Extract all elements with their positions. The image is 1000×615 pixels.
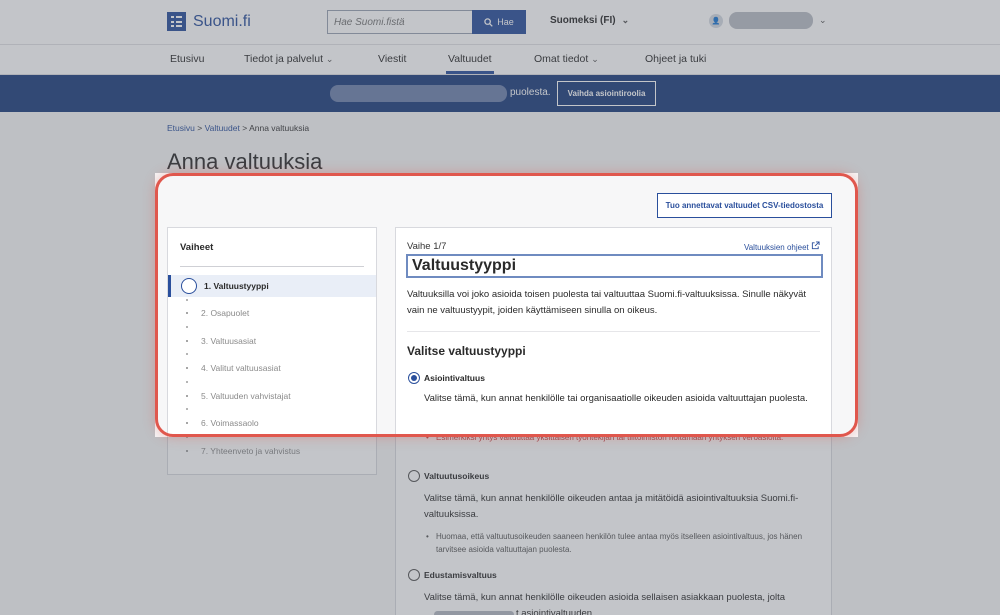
- step-label: 7. Yhteenveto ja vahvistus: [201, 446, 301, 456]
- step-connector: [186, 353, 188, 355]
- language-selector[interactable]: Suomeksi (FI) ⌄: [550, 15, 629, 26]
- step-dot-icon: [186, 450, 188, 452]
- nav-item-tiedot-ja-palvelut[interactable]: Tiedot ja palvelut ⌄: [244, 53, 333, 65]
- option-label[interactable]: Edustamisvaltuus: [424, 570, 497, 580]
- search-button[interactable]: Hae: [472, 10, 526, 34]
- nav-item-etusivu[interactable]: Etusivu: [170, 53, 204, 65]
- step-item-4: 4. Valitut valtuusasiat: [168, 353, 376, 379]
- help-link[interactable]: Valtuuksien ohjeet: [744, 241, 820, 252]
- form-panel: Vaihe 1/7 Valtuuksien ohjeet Valtuustyyp…: [395, 227, 832, 615]
- nav-item-label: Tiedot ja palvelut: [244, 53, 323, 65]
- breadcrumb-link-valtuudet[interactable]: Valtuudet: [205, 123, 240, 133]
- nav-item-viestit[interactable]: Viestit: [378, 53, 406, 65]
- option-label[interactable]: Valtuutusoikeus: [424, 471, 489, 481]
- redacted-text: [434, 611, 514, 615]
- search-bar: Hae: [327, 10, 526, 34]
- steps-title: Vaiheet: [180, 242, 214, 253]
- role-suffix-text: puolesta.: [510, 87, 551, 98]
- step-dot-icon: [186, 367, 188, 369]
- step-label: 5. Valtuuden vahvistajat: [201, 391, 291, 401]
- choose-heading: Valitse valtuustyyppi: [407, 344, 526, 358]
- step-connector: [186, 326, 188, 328]
- option-note: Esimerkiksi yritys valtuuttaa yksittäise…: [426, 431, 821, 444]
- section-title: Valtuustyyppi: [406, 254, 823, 278]
- option-description: Valitse tämä, kun annat henkilölle oikeu…: [424, 592, 786, 603]
- nav-item-omat-tiedot[interactable]: Omat tiedot ⌄: [534, 53, 599, 65]
- step-item-5: 5. Valtuuden vahvistajat: [168, 381, 376, 407]
- step-dot-icon: [186, 395, 188, 397]
- step-connector: [186, 436, 188, 438]
- role-name-redacted: [330, 85, 507, 102]
- step-connector: [186, 408, 188, 410]
- chevron-down-icon: ⌄: [591, 54, 599, 64]
- chevron-down-icon: ⌄: [621, 15, 630, 25]
- phase-indicator: Vaihe 1/7: [407, 241, 447, 252]
- chevron-down-icon: ⌄: [819, 15, 827, 25]
- step-item-2: 2. Osapuolet: [168, 299, 376, 324]
- user-icon: 👤: [709, 13, 723, 28]
- breadcrumb: Etusivu > Valtuudet > Anna valtuuksia: [167, 123, 310, 133]
- search-button-label: Hae: [497, 17, 514, 27]
- step-label: 2. Osapuolet: [201, 308, 250, 318]
- radio-valtuutusoikeus[interactable]: [408, 470, 420, 482]
- option-description: Valitse tämä, kun annat henkilölle tai o…: [424, 393, 808, 404]
- step-current-icon: [181, 278, 197, 294]
- step-dot-icon: [186, 422, 188, 424]
- dim-overlay: [858, 173, 1000, 437]
- nav-item-valtuudet[interactable]: Valtuudet: [446, 53, 494, 74]
- radio-asiointivaltuus[interactable]: [408, 372, 420, 384]
- main-navigation: Etusivu Tiedot ja palvelut ⌄ Viestit Val…: [0, 45, 1000, 75]
- option-note: Huomaa, että valtuutusoikeuden saaneen h…: [426, 530, 821, 556]
- language-label: Suomeksi (FI): [550, 15, 616, 26]
- logo-icon: [167, 12, 186, 31]
- user-name-redacted: [729, 12, 813, 29]
- step-item-6: 6. Voimassaolo: [168, 408, 376, 434]
- dim-overlay: [0, 173, 155, 437]
- radio-edustamisvaltuus[interactable]: [408, 569, 420, 581]
- step-item-1[interactable]: 1. Valtuustyyppi: [168, 275, 376, 297]
- help-link-label: Valtuuksien ohjeet: [743, 243, 809, 252]
- logo-text: Suomi.fi: [193, 12, 251, 30]
- intro-text: Valtuuksilla voi joko asioida toisen puo…: [407, 289, 807, 316]
- suomi-fi-logo[interactable]: Suomi.fi: [167, 12, 251, 31]
- step-dot-icon: [186, 312, 188, 314]
- option-description-continued: t asiointivaltuuden.: [516, 608, 595, 615]
- page-title: Anna valtuuksia: [167, 149, 323, 174]
- step-label: 3. Valtuusasiat: [201, 336, 257, 346]
- divider: [407, 331, 820, 332]
- user-menu[interactable]: 👤 ⌄: [709, 12, 827, 29]
- import-csv-button[interactable]: Tuo annettavat valtuudet CSV-tiedostosta: [657, 193, 832, 218]
- step-connector: [186, 299, 188, 301]
- step-label: 1. Valtuustyyppi: [204, 281, 269, 291]
- option-label[interactable]: Asiointivaltuus: [424, 373, 485, 383]
- search-icon: [484, 17, 493, 27]
- switch-role-button[interactable]: Vaihda asiointiroolia: [557, 81, 656, 106]
- chevron-down-icon: ⌄: [325, 54, 334, 64]
- option-description: Valitse tämä, kun annat henkilölle oikeu…: [424, 493, 799, 520]
- breadcrumb-current: Anna valtuuksia: [249, 123, 310, 133]
- step-item-7: 7. Yhteenveto ja vahvistus: [168, 436, 376, 462]
- step-item-3: 3. Valtuusasiat: [168, 326, 376, 352]
- nav-item-ohjeet-ja-tuki[interactable]: Ohjeet ja tuki: [645, 53, 706, 65]
- breadcrumb-link-etusivu[interactable]: Etusivu: [167, 123, 195, 133]
- steps-divider: [180, 266, 364, 267]
- top-bar: Suomi.fi Hae Suomeksi (FI) ⌄ 👤 ⌄: [0, 0, 1000, 45]
- nav-item-label: Omat tiedot: [534, 53, 589, 65]
- steps-panel: Vaiheet 1. Valtuustyyppi 2. Osapuolet 3.…: [167, 227, 377, 475]
- step-dot-icon: [186, 340, 188, 342]
- step-label: 6. Voimassaolo: [201, 418, 259, 428]
- external-link-icon: [811, 241, 820, 250]
- step-connector: [186, 381, 188, 383]
- role-bar: puolesta. Vaihda asiointiroolia: [0, 75, 1000, 112]
- search-input[interactable]: [327, 10, 472, 34]
- step-label: 4. Valitut valtuusasiat: [201, 363, 281, 373]
